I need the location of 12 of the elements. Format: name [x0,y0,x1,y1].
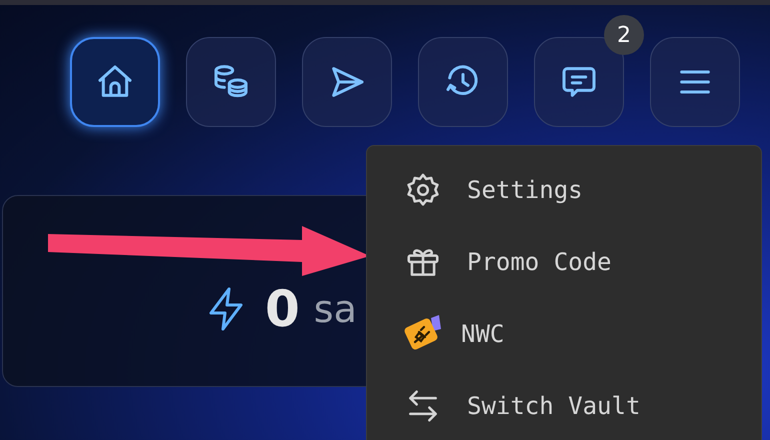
balance-unit: sa [314,290,357,328]
menu-item[interactable]: NWC [367,298,761,370]
menu-item[interactable]: Switch Vault [367,370,761,440]
balance-amount: 0 [265,284,300,334]
notification-badge: 2 [604,15,644,55]
nav-button[interactable] [302,37,392,127]
menu-item[interactable]: Promo Code [367,226,761,298]
nav-button[interactable] [418,37,508,127]
nav-button[interactable] [70,37,160,127]
nav-button[interactable] [186,37,276,127]
nav-button[interactable] [650,37,740,127]
menu-item[interactable]: Settings [367,154,761,226]
